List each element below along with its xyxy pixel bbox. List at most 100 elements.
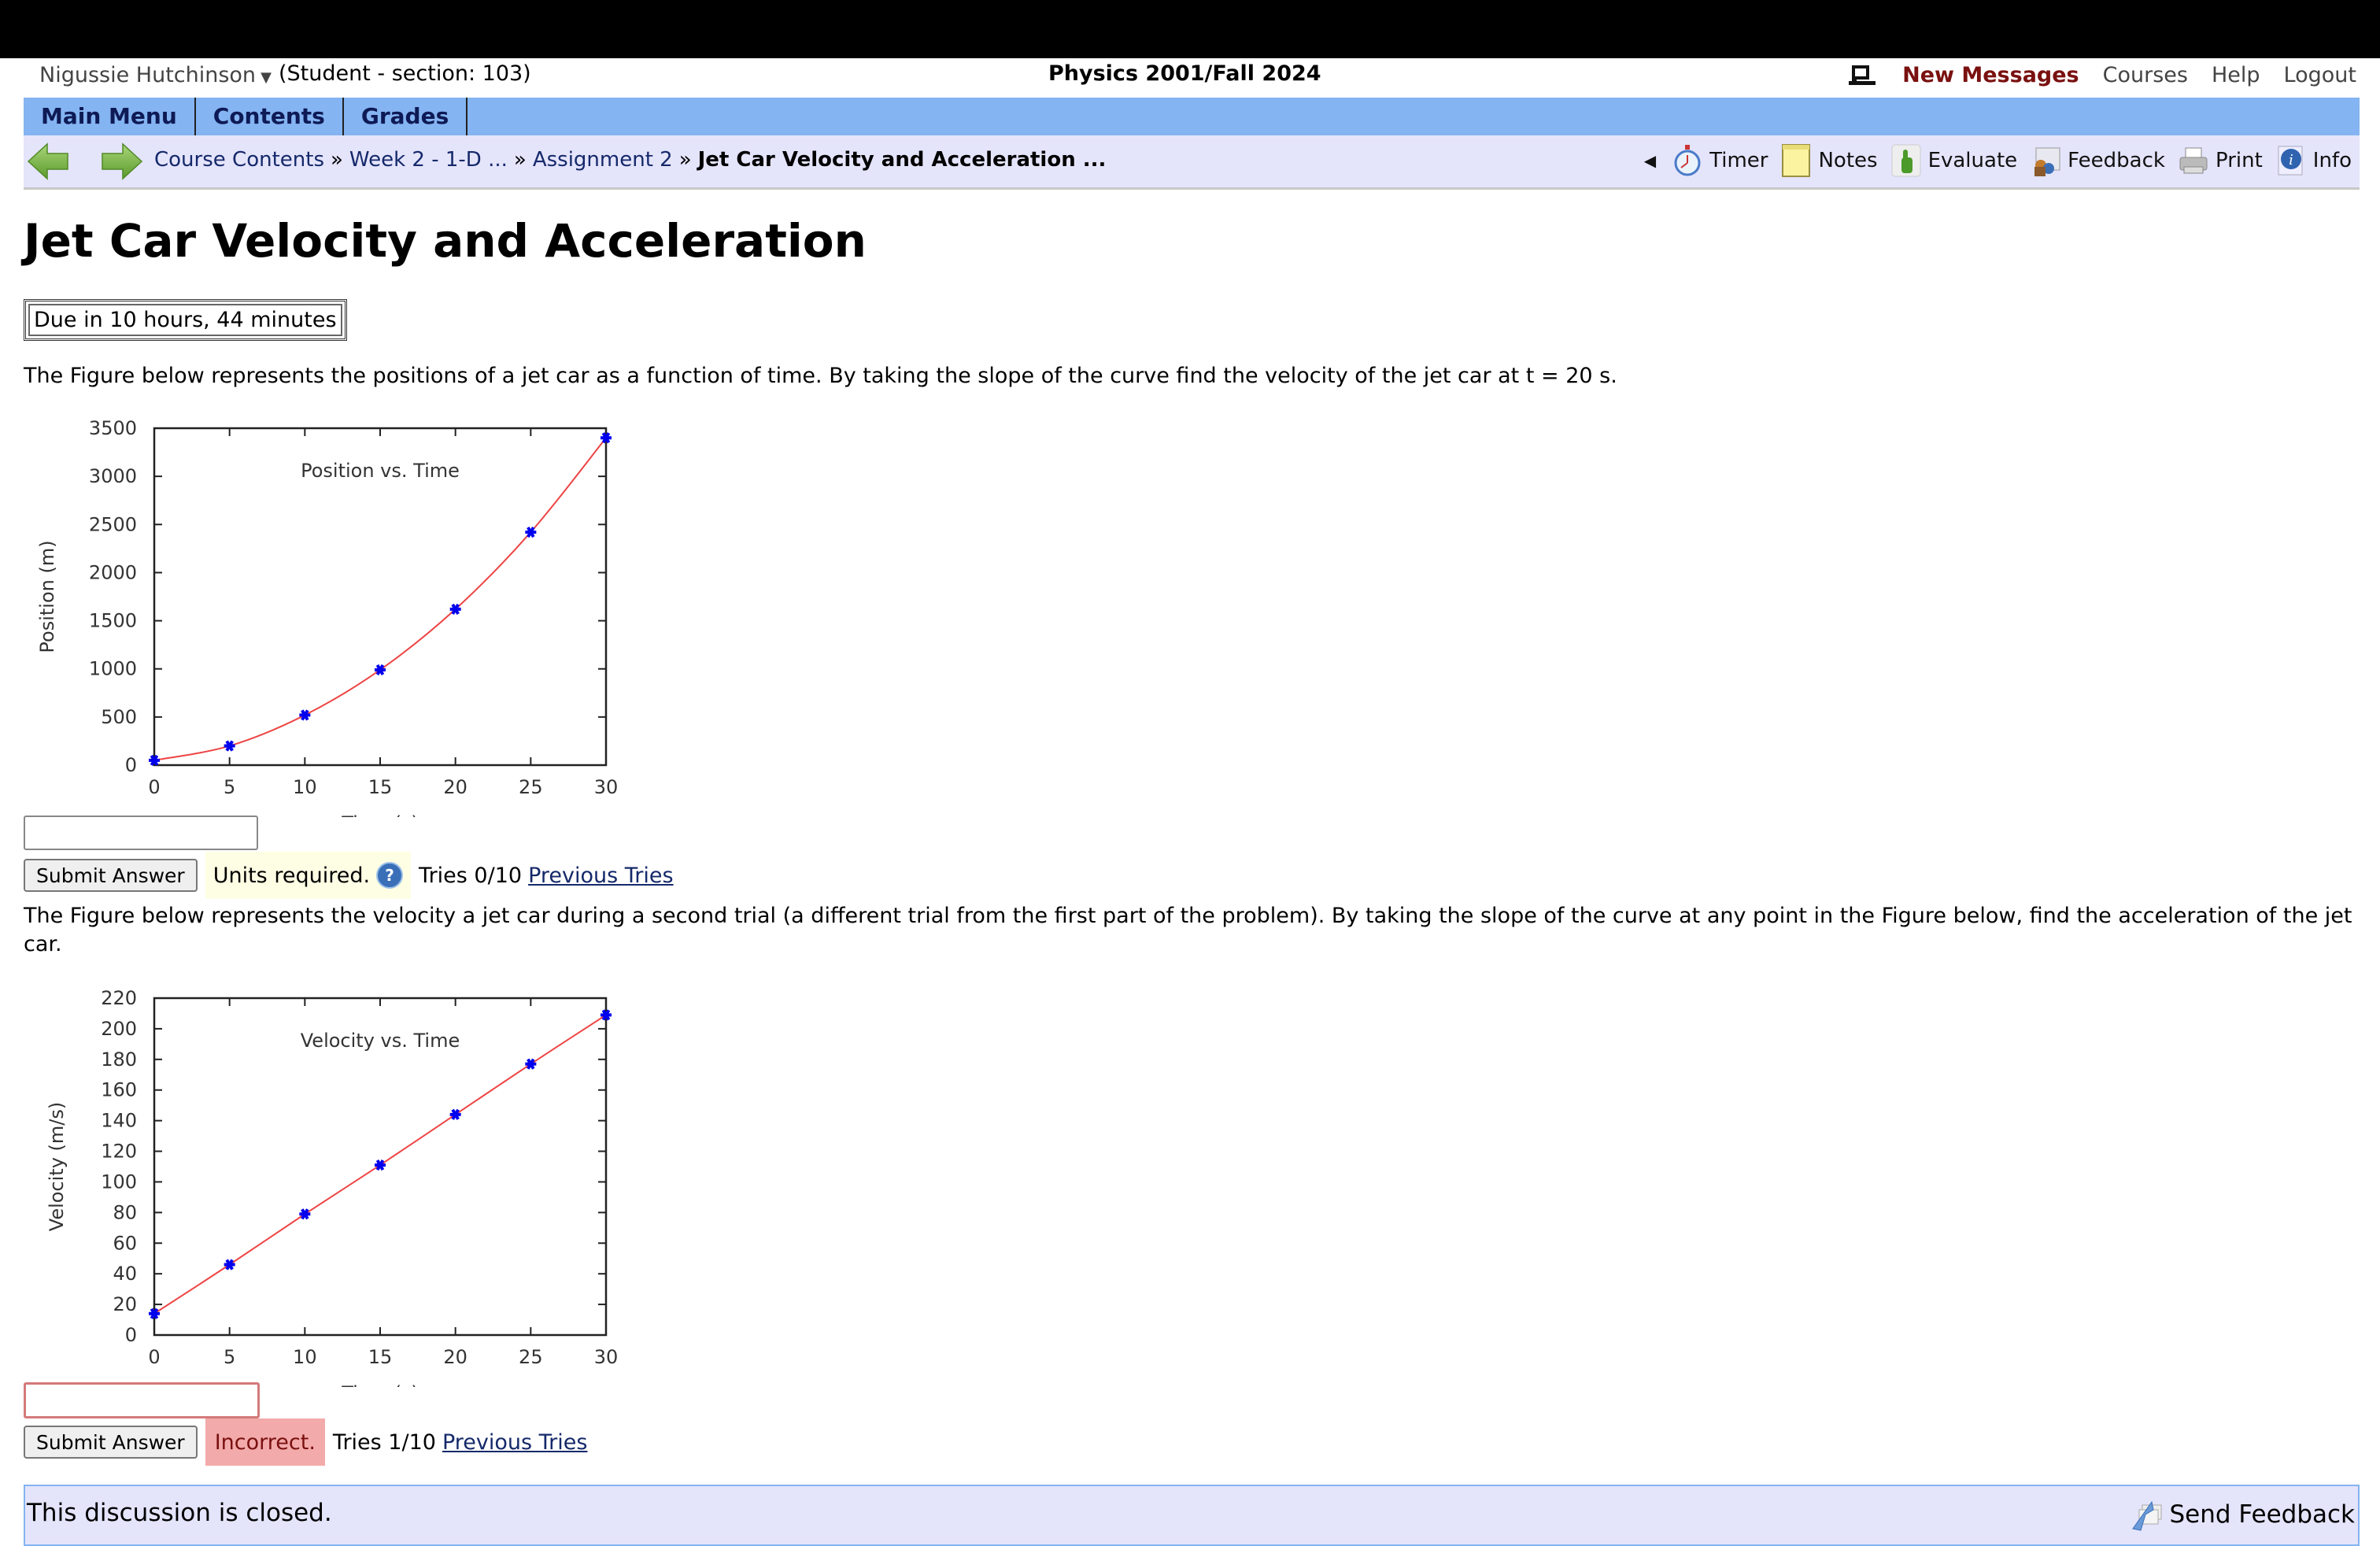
- courses-link[interactable]: Courses: [2103, 63, 2188, 87]
- help-link[interactable]: Help: [2212, 63, 2260, 87]
- timer-button[interactable]: Timer: [1672, 143, 1768, 178]
- y-tick-label: 0: [125, 1324, 137, 1346]
- y-tick-label: 1500: [89, 610, 137, 632]
- notes-button[interactable]: Notes: [1780, 143, 1878, 178]
- y-tick-label: 100: [101, 1171, 137, 1193]
- y-tick-label: 2000: [89, 561, 137, 583]
- data-point-core: [603, 1012, 609, 1019]
- x-tick-label: 15: [368, 1346, 393, 1368]
- feedback-button[interactable]: Feedback: [2030, 143, 2165, 178]
- y-tick-label: 160: [101, 1079, 137, 1101]
- x-tick-label: 25: [519, 776, 543, 798]
- forward-arrow-icon[interactable]: [99, 142, 143, 181]
- x-tick-label: 0: [148, 776, 160, 798]
- y-tick-label: 200: [101, 1018, 137, 1040]
- chart-title: Position vs. Time: [301, 460, 460, 482]
- x-tick-label: 5: [224, 1346, 235, 1368]
- y-tick-label: 60: [113, 1232, 137, 1254]
- y-tick-label: 120: [101, 1141, 137, 1163]
- answer-1-input[interactable]: [24, 816, 258, 850]
- data-point-core: [452, 605, 459, 612]
- y-tick-label: 220: [101, 987, 137, 1009]
- info-icon: i: [2278, 146, 2303, 176]
- notes-label: Notes: [1818, 149, 1878, 172]
- send-feedback-icon: [2132, 1500, 2162, 1531]
- user-role: (Student - section: 103): [279, 61, 531, 86]
- browser-top-bar: [0, 0, 2380, 58]
- data-point-core: [377, 1162, 383, 1169]
- tab-main-menu[interactable]: Main Menu: [24, 98, 196, 135]
- breadcrumb-separator: »: [678, 148, 692, 172]
- print-button[interactable]: Print: [2178, 143, 2263, 178]
- svg-text:i: i: [2289, 152, 2293, 168]
- y-tick-label: 500: [101, 706, 137, 728]
- breadcrumb-item[interactable]: Assignment 2: [533, 148, 673, 172]
- breadcrumb-current: Jet Car Velocity and Acceleration ...: [697, 148, 1107, 172]
- evaluate-button[interactable]: Evaluate: [1890, 143, 2018, 178]
- data-point-core: [151, 1310, 157, 1317]
- data-point-core: [226, 742, 233, 749]
- position-vs-time-chart: 0 5 10 15 20 25 30 0 500 1000 1500 2000 2500 3000 3500…: [36, 417, 619, 817]
- evaluate-label: Evaluate: [1927, 149, 2018, 172]
- answer-2-controls: Submit Answer Incorrect. Tries 1/10 Prev…: [24, 1418, 588, 1466]
- data-point-core: [377, 666, 383, 673]
- y-tick-label: 0: [125, 754, 137, 776]
- answer-2-input[interactable]: [24, 1382, 260, 1418]
- breadcrumb-item[interactable]: Course Contents: [154, 148, 324, 172]
- previous-tries-link-1[interactable]: Previous Tries: [528, 864, 674, 888]
- toolbar: ◀ Timer Notes Evaluate Feedback Print i …: [1644, 143, 2352, 178]
- x-tick-label: 0: [148, 1346, 160, 1368]
- user-name: Nigussie Hutchinson: [39, 63, 257, 87]
- breadcrumb: Course Contents» Week 2 - 1-D ...» Assignm…: [154, 148, 1106, 172]
- submit-answer-1-button[interactable]: Submit Answer: [24, 859, 198, 892]
- messages-icon[interactable]: [1847, 64, 1879, 87]
- main-nav: Main Menu Contents Grades: [24, 98, 2360, 135]
- y-tick-label: 20: [113, 1293, 137, 1315]
- back-arrow-icon[interactable]: [27, 142, 71, 181]
- printer-icon: [2179, 147, 2208, 174]
- y-tick-label: 180: [101, 1049, 137, 1071]
- x-axis-label: Time (s): [341, 812, 419, 817]
- tab-grades[interactable]: Grades: [344, 98, 468, 135]
- send-feedback-button[interactable]: Send Feedback: [2130, 1497, 2355, 1532]
- thumbs-up-icon: [1891, 144, 1921, 177]
- chart-title: Velocity vs. Time: [301, 1030, 460, 1052]
- header-links: New Messages Courses Help Logout: [1847, 63, 2356, 87]
- x-tick-label: 30: [594, 1346, 619, 1368]
- data-point-core: [603, 435, 609, 442]
- x-tick-label: 20: [443, 1346, 468, 1368]
- discussion-footer: This discussion is closed. Send Feedback: [24, 1485, 2360, 1546]
- timer-label: Timer: [1709, 149, 1768, 172]
- y-tick-label: 80: [113, 1201, 137, 1223]
- course-title: Physics 2001/Fall 2024: [1048, 61, 1321, 86]
- tries-count-2: Tries 1/10: [332, 1429, 436, 1455]
- x-tick-label: 5: [224, 776, 235, 798]
- data-point-core: [527, 1060, 534, 1067]
- breadcrumb-separator: »: [513, 148, 527, 172]
- question-2-text: The Figure below represents the velocity…: [24, 904, 2352, 956]
- previous-tries-link-2[interactable]: Previous Tries: [442, 1430, 588, 1455]
- logout-link[interactable]: Logout: [2284, 63, 2356, 87]
- data-point-core: [527, 529, 534, 536]
- submit-answer-2-button[interactable]: Submit Answer: [24, 1426, 198, 1459]
- due-date-box: Due in 10 hours, 44 minutes: [24, 299, 347, 341]
- y-tick-label: 3000: [89, 465, 137, 487]
- data-point-core: [226, 1261, 233, 1268]
- breadcrumb-item[interactable]: Week 2 - 1-D ...: [349, 148, 508, 172]
- collapse-toolbar-icon[interactable]: ◀: [1644, 151, 1656, 170]
- data-point-core: [452, 1111, 459, 1118]
- user-menu[interactable]: Nigussie Hutchinson ▼: [39, 63, 272, 87]
- x-tick-label: 30: [594, 776, 619, 798]
- discussion-closed-text: This discussion is closed.: [27, 1499, 332, 1527]
- tab-contents[interactable]: Contents: [196, 98, 344, 135]
- help-question-icon[interactable]: ?: [376, 862, 404, 889]
- y-tick-label: 140: [101, 1110, 137, 1132]
- new-messages-link[interactable]: New Messages: [1902, 63, 2079, 87]
- incorrect-status: Incorrect.: [205, 1418, 325, 1466]
- send-feedback-label: Send Feedback: [2169, 1500, 2355, 1529]
- info-button[interactable]: i Info: [2275, 143, 2352, 178]
- units-required-status: Units required. ?: [205, 852, 412, 899]
- y-axis-label: Position (m): [36, 540, 58, 653]
- info-label: Info: [2312, 149, 2352, 172]
- stopwatch-icon: [1674, 145, 1701, 176]
